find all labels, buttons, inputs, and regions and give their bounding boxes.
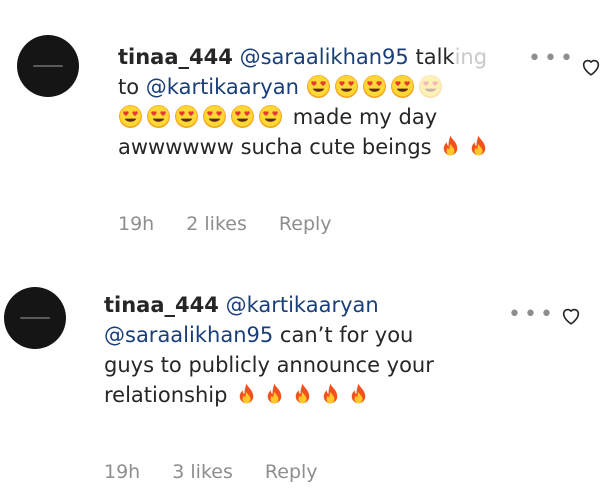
heart-eyes-emoji <box>334 74 359 99</box>
heart-eyes-emoji <box>230 104 255 129</box>
mention-link[interactable]: @saraalikhan95 <box>240 45 409 69</box>
heart-outline-icon[interactable] <box>560 305 582 327</box>
reply-button[interactable]: Reply <box>279 213 332 235</box>
comment-line-2: @saraalikhan95 can’t for you <box>104 320 434 350</box>
heart-eyes-emoji <box>362 74 387 99</box>
heart-eyes-emoji <box>118 104 143 129</box>
mention-link[interactable]: @kartikaaryan <box>226 293 379 317</box>
fire-emoji <box>234 382 259 407</box>
comment-line-2: to @kartikaaryan <box>118 72 494 102</box>
fire-emoji <box>262 382 287 407</box>
avatar[interactable] <box>4 287 66 349</box>
heart-outline-icon[interactable] <box>580 56 602 78</box>
comment-username[interactable]: tinaa_444 <box>118 45 233 69</box>
heart-eyes-emoji <box>418 74 443 99</box>
avatar-logo <box>33 65 63 67</box>
comment-line-3: guys to publicly announce your <box>104 350 434 380</box>
likes-count[interactable]: 2 likes <box>186 213 247 235</box>
avatar[interactable] <box>17 35 79 97</box>
mention-link[interactable]: @saraalikhan95 <box>104 323 273 347</box>
likes-count[interactable]: 3 likes <box>172 461 233 483</box>
comment-text: tinaa_444 @saraalikhan95 talking to @kar… <box>118 42 494 162</box>
heart-eyes-emoji <box>306 74 331 99</box>
comment-text-segment: talk <box>415 45 455 69</box>
heart-eyes-emoji <box>258 104 283 129</box>
fire-emoji <box>290 382 315 407</box>
comment-line-1: tinaa_444 @kartikaaryan <box>104 290 434 320</box>
comment-text-segment: guys to publicly announce your <box>104 353 434 377</box>
heart-eyes-emoji <box>174 104 199 129</box>
comment-line-4: awwwwww sucha cute beings <box>118 132 494 162</box>
heart-eyes-emoji <box>146 104 171 129</box>
comment-meta: 19h 3 likes Reply <box>104 461 344 483</box>
comment-text-segment: made my day <box>292 105 438 129</box>
comment-username[interactable]: tinaa_444 <box>104 293 219 317</box>
comment-line-1: tinaa_444 @saraalikhan95 talking <box>118 42 494 72</box>
reply-button[interactable]: Reply <box>265 461 318 483</box>
fire-emoji <box>466 134 491 159</box>
fire-emoji <box>346 382 371 407</box>
avatar-logo <box>20 317 50 319</box>
comment-text-faded: ing <box>454 45 488 69</box>
comment-line-3: made my day <box>118 102 494 132</box>
heart-eyes-emoji <box>202 104 227 129</box>
comment-line-4: relationship <box>104 380 434 410</box>
comment-text-segment: to <box>118 75 140 99</box>
comment-text-segment: awwwwww sucha cute beings <box>118 135 432 159</box>
fire-emoji <box>318 382 343 407</box>
heart-eyes-emoji <box>390 74 415 99</box>
comment-time: 19h <box>118 213 155 235</box>
fire-emoji <box>438 134 463 159</box>
comment-text-segment: can’t for you <box>279 323 414 347</box>
comment-time: 19h <box>104 461 141 483</box>
comment-meta: 19h 2 likes Reply <box>118 213 358 235</box>
more-horizontal-icon[interactable]: ••• <box>508 302 556 327</box>
mention-link[interactable]: @kartikaaryan <box>146 75 299 99</box>
comment-text: tinaa_444 @kartikaaryan @saraalikhan95 c… <box>104 290 434 410</box>
comment-text-segment: relationship <box>104 383 228 407</box>
more-horizontal-icon[interactable]: ••• <box>528 46 576 71</box>
